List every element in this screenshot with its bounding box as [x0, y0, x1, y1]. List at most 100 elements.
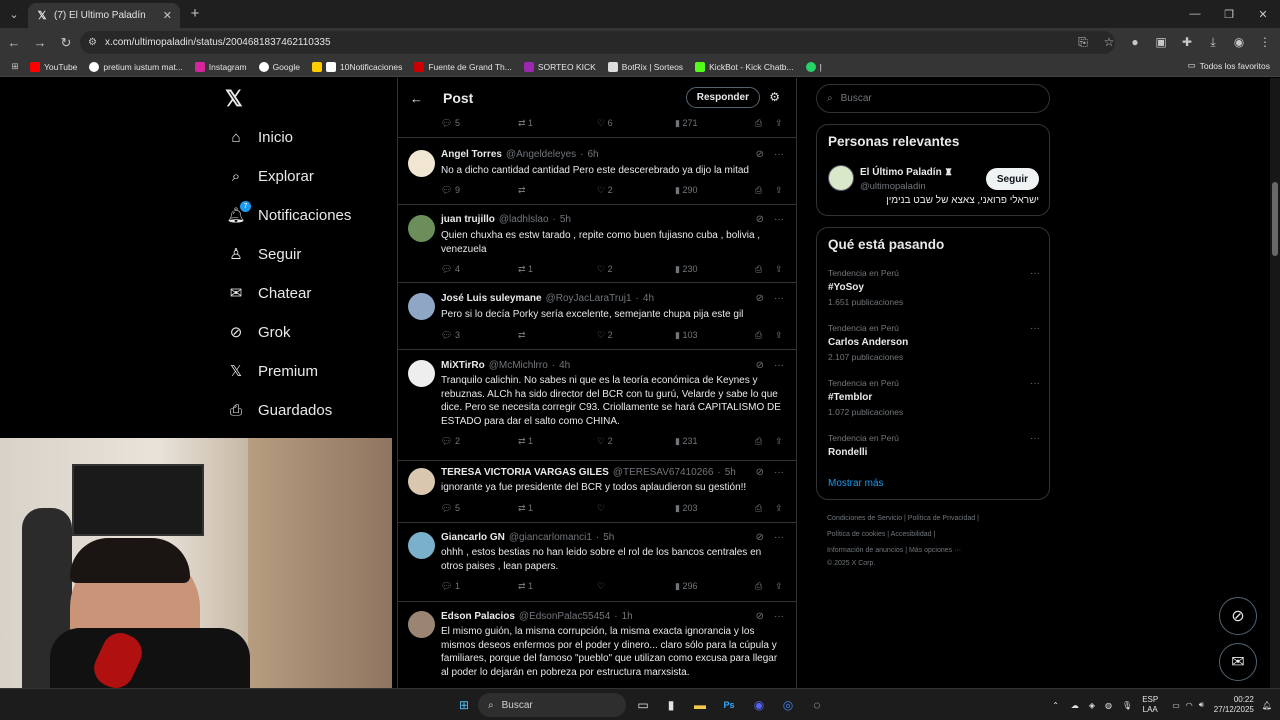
footer-links-2[interactable]: Política de cookies | Accesibilidad | [827, 531, 935, 538]
tweet-time[interactable]: 1h [622, 611, 633, 622]
tweet-item[interactable]: juan trujillo @ladhlslao · 5h ⊘ ··· Quien ch… [398, 205, 796, 283]
back-icon[interactable]: ← [2, 31, 26, 55]
share-icon[interactable]: ⇪ [775, 330, 783, 341]
minimize-icon[interactable]: — [1178, 0, 1212, 28]
wifi-icon[interactable]: ◠ [1186, 701, 1193, 710]
repost-count[interactable]: ⇄ 1 [518, 264, 533, 275]
grok-icon[interactable]: ⊘ [756, 611, 764, 622]
more-icon[interactable]: ··· [1030, 268, 1040, 279]
reply-button[interactable]: Responder [685, 87, 760, 108]
bookmark-sorteo-kick[interactable]: SORTEO KICK [523, 61, 596, 72]
bookmark-icon[interactable]: ⎙ [755, 118, 762, 129]
views-count[interactable]: ▮ 290 [675, 185, 697, 196]
bookmark-icon[interactable]: ⎙ [755, 436, 762, 447]
apps-grid-icon[interactable]: ⊞ [0, 61, 30, 72]
bookmark-icon[interactable]: ⎙ [755, 264, 762, 275]
bookmark-botrix[interactable]: BotRix | Sorteos [607, 61, 683, 72]
bookmark-instagram[interactable]: Instagram [194, 61, 247, 72]
views-count[interactable]: ▮ 231 [675, 436, 697, 447]
restore-icon[interactable]: ❐ [1212, 0, 1246, 28]
clock[interactable]: 00:22 27/12/2025 [1214, 695, 1254, 715]
app-icon[interactable]: ▮ [662, 696, 680, 714]
reload-icon[interactable]: ↻ [54, 31, 78, 55]
mic-icon[interactable]: 🎙︎ [1122, 701, 1132, 710]
download-icon[interactable]: ⤓ [1202, 31, 1224, 53]
repost-count[interactable]: ⇄ 1 [518, 503, 533, 514]
follow-button[interactable]: Seguir [985, 168, 1039, 190]
author-handle[interactable]: @Angeldeleyes [506, 149, 576, 160]
repost-count[interactable]: ⇄ 1 [518, 436, 533, 447]
chrome-icon[interactable]: ◎ [779, 696, 797, 714]
x-logo-icon[interactable]: 𝕏 [225, 86, 243, 112]
bookmark-icon[interactable]: ⎙ [755, 503, 762, 514]
reply-count[interactable]: 💬︎ 3 [441, 330, 460, 341]
bookmark-google[interactable]: Google [258, 61, 300, 72]
more-icon[interactable]: ··· [774, 467, 784, 478]
views-count[interactable]: ▮ 203 [675, 503, 697, 514]
repost-count[interactable]: ⇄ 1 [518, 581, 533, 592]
trend-item[interactable]: Tendencia en Perú #Temblor 1.072 publica… [828, 378, 1040, 417]
cloud-icon[interactable]: ☁ [1071, 701, 1079, 710]
more-icon[interactable]: ··· [1030, 378, 1040, 389]
app-icon-2[interactable]: ◌ [808, 696, 826, 714]
extensions-puzzle-icon[interactable]: ✚ [1176, 31, 1198, 53]
scrollbar-thumb[interactable] [1272, 182, 1278, 256]
profile-avatar-icon[interactable]: ◉ [1228, 31, 1250, 53]
more-icon[interactable]: ··· [774, 611, 784, 622]
bookmark-icon[interactable]: ⎙ [755, 581, 762, 592]
more-icon[interactable]: ··· [774, 214, 784, 225]
tweet-item[interactable]: MiXTirRo @McMichlrro · 4h ⊘ ··· Tranquilo ca… [398, 350, 796, 461]
bookmark-pretium[interactable]: pretium iustum mat... [89, 61, 183, 72]
file-explorer-icon[interactable]: ▬ [691, 696, 709, 714]
more-icon[interactable]: ··· [774, 293, 784, 304]
share-icon[interactable]: ⇪ [775, 581, 783, 592]
reply-count[interactable]: 💬︎ 4 [441, 264, 460, 275]
tweet-time[interactable]: 5h [725, 467, 736, 478]
reply-count[interactable]: 💬︎ 1 [441, 581, 460, 592]
more-icon[interactable]: ··· [774, 149, 784, 160]
avatar[interactable] [408, 215, 435, 242]
show-more-link[interactable]: Mostrar más [828, 478, 884, 489]
reply-count[interactable]: 💬︎ 5 [441, 503, 460, 514]
bookmark-icon[interactable]: ⎙ [755, 185, 762, 196]
author-name[interactable]: José Luis suleymane [441, 293, 542, 304]
author-handle[interactable]: @giancarlomanci1 [509, 532, 592, 543]
sliders-icon[interactable]: ⚙ [769, 90, 780, 104]
bookmark-kickbot[interactable]: KickBot - Kick Chatb... [695, 61, 794, 72]
nav-premium[interactable]: 𝕏 Premium [227, 362, 318, 381]
author-handle[interactable]: @TERESAV67410266 [613, 467, 714, 478]
more-icon[interactable]: ··· [1030, 433, 1040, 444]
like-count[interactable]: ♡ 6 [597, 118, 613, 129]
address-bar[interactable]: ⚙ x.com/ultimopaladin/status/20046818374… [80, 31, 1115, 54]
tweet-time[interactable]: 5h [603, 532, 614, 543]
tweet-item[interactable]: Angel Torres @Angeldeleyes · 6h ⊘ ··· No a d… [398, 138, 796, 205]
author-name[interactable]: MiXTirRo [441, 360, 485, 371]
grok-icon[interactable]: ⊘ [756, 149, 764, 160]
author-name[interactable]: juan trujillo [441, 214, 495, 225]
more-icon[interactable]: ··· [774, 360, 784, 371]
like-count[interactable]: ♡ 2 [597, 436, 613, 447]
avatar[interactable] [408, 611, 435, 638]
notifications-icon[interactable]: 🔔︎ [1262, 701, 1272, 710]
site-info-icon[interactable]: ⚙ [88, 37, 97, 48]
more-icon[interactable]: ··· [1030, 323, 1040, 334]
network-app-icon[interactable]: ◈ [1089, 701, 1095, 710]
author-name[interactable]: Edson Palacios [441, 611, 515, 622]
share-icon[interactable]: ⇪ [775, 503, 783, 514]
app-tray-icon[interactable]: ◍ [1105, 701, 1112, 710]
author-name[interactable]: TERESA VICTORIA VARGAS GILES [441, 467, 609, 478]
avatar[interactable] [408, 360, 435, 387]
trend-item[interactable]: Tendencia en Perú #YoSoy 1.651 publicaci… [828, 268, 1040, 307]
bookmark-icon[interactable]: ⎙ [755, 330, 762, 341]
avatar[interactable] [408, 293, 435, 320]
grok-float-button[interactable]: ⊘ [1219, 597, 1257, 635]
bookmark-fuente[interactable]: Fuente de Grand Th... [414, 61, 512, 72]
grok-icon[interactable]: ⊘ [756, 360, 764, 371]
repost-count[interactable]: ⇄ [518, 185, 526, 196]
all-bookmarks[interactable]: ▭ Todos los favoritos [1188, 60, 1270, 71]
tweet-item[interactable]: Edson Palacios @EdsonPalac55454 · 1h ⊘ ··· E… [398, 602, 796, 688]
repost-count[interactable]: ⇄ [518, 330, 526, 341]
nav-guardados[interactable]: ⎙ Guardados [227, 401, 332, 419]
like-count[interactable]: ♡ 2 [597, 264, 613, 275]
like-count[interactable]: ♡ 2 [597, 330, 613, 341]
